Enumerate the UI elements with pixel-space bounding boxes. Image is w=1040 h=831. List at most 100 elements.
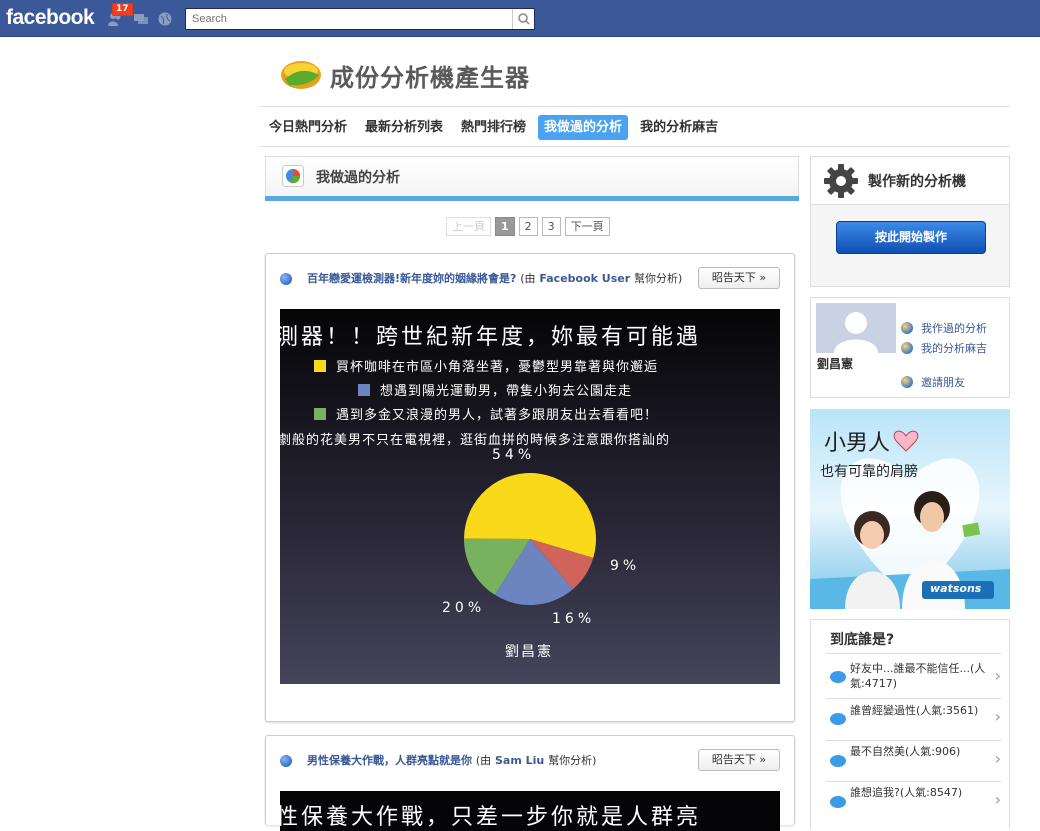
make-new-header: 製作新的分析機 <box>811 157 1009 205</box>
pie-label-9: 9% <box>610 558 641 574</box>
list-item[interactable]: 最不自然美(人氣:906) › <box>826 740 1001 782</box>
bullet-icon <box>280 755 292 767</box>
app-logo-icon <box>281 61 321 89</box>
list-item[interactable]: 誰想追我?(人氣:8547) › <box>826 781 1001 823</box>
make-new-panel: 製作新的分析機 按此開始製作 <box>810 156 1010 287</box>
pie-chart <box>464 473 596 605</box>
result-note: 劇般的花美男不只在電視裡，逛街血拼的時候多注意跟你搭訕的 <box>280 433 671 448</box>
advertisement[interactable]: 小男人 也有可靠的肩膀 watsons <box>810 409 1010 609</box>
ad-brand: watsons <box>930 582 982 595</box>
link-my-buddies[interactable]: 我的分析麻吉 <box>901 340 987 356</box>
section-accent-bar <box>265 196 799 201</box>
pie-label-20: 20% <box>442 600 486 616</box>
legend-label: 遇到多金又浪漫的男人，試著多跟朋友出去看看吧！ <box>336 408 659 423</box>
pie-chart-icon <box>282 165 304 187</box>
who-title: 到底誰是? <box>830 632 895 648</box>
who-is-it-panel: 到底誰是? 好友中...誰最不能信任...(人氣:4717) › 誰曾經變過性(… <box>810 619 1010 829</box>
legend-swatch <box>314 408 326 420</box>
search-button[interactable] <box>512 9 534 29</box>
link-label: 邀請朋友 <box>921 376 965 389</box>
avatar[interactable] <box>816 303 896 353</box>
post-title-link[interactable]: 男性保養大作戰，人群亮點就是你 <box>307 754 472 767</box>
legend-label: 買杯咖啡在市區小角落坐著，憂鬱型男靠著與你邂逅 <box>336 360 659 375</box>
list-item-label: 誰曾經變過性(人氣:3561) <box>850 704 979 717</box>
pagination: 上一頁 1 2 3 下一頁 <box>446 217 610 236</box>
tab-my-analyses[interactable]: 我做過的分析 <box>538 115 629 140</box>
chevron-right-icon: › <box>994 790 1001 809</box>
post-by-prefix: (由 <box>520 272 536 285</box>
list-item-label: 誰想追我?(人氣:8547) <box>850 786 963 799</box>
tab-ranking[interactable]: 熱門排行榜 <box>455 115 532 140</box>
chevron-right-icon: › <box>994 707 1001 726</box>
legend-swatch <box>314 360 326 372</box>
messages-icon[interactable] <box>133 12 149 26</box>
globe-icon <box>901 376 913 388</box>
gear-icon <box>824 164 858 198</box>
app-title: 成份分析機產生器 <box>330 64 530 92</box>
page-3-button[interactable]: 3 <box>541 217 561 236</box>
profile-panel: 劉昌憲 我作過的分析 我的分析麻吉 邀請朋友 <box>810 297 1010 398</box>
search-input[interactable] <box>186 9 511 29</box>
chat-bubble-icon <box>830 796 846 808</box>
section-title: 我做過的分析 <box>316 170 400 186</box>
page-1-button[interactable]: 1 <box>495 217 515 236</box>
post-title: 男性保養大作戰，人群亮點就是你 (由 Sam Liu 幫你分析) <box>307 752 596 768</box>
result-headline: 性保養大作戰，只差一步你就是人群亮 <box>280 805 702 830</box>
legend-item: 買杯咖啡在市區小角落坐著，憂鬱型男靠著與你邂逅 <box>314 356 658 375</box>
list-item[interactable]: 誰曾經變過性(人氣:3561) › <box>826 698 1001 740</box>
chat-bubble-icon <box>830 671 846 683</box>
post-user-link[interactable]: Facebook User <box>539 272 630 285</box>
prev-page-button[interactable]: 上一頁 <box>446 217 491 236</box>
analysis-post: 百年戀愛運檢測器!新年度妳的姻緣將會是? (由 Facebook User 幫你… <box>265 253 795 722</box>
share-label: 昭告天下 <box>711 271 756 284</box>
divider <box>260 106 1010 107</box>
make-new-title: 製作新的分析機 <box>868 174 966 190</box>
legend-item: 想遇到陽光運動男，帶隻小狗去公園走走 <box>358 380 632 399</box>
search-icon <box>518 13 530 25</box>
list-item-label: 最不自然美(人氣:906) <box>850 745 961 758</box>
notifications-globe-icon[interactable] <box>157 12 173 26</box>
ad-subheadline: 也有可靠的肩膀 <box>820 464 918 480</box>
legend-swatch <box>358 384 370 396</box>
post-by-suffix: 幫你分析) <box>548 754 597 767</box>
result-user-name: 劉昌憲 <box>505 644 553 660</box>
notification-badge[interactable]: 17 <box>112 3 133 16</box>
share-label: 昭告天下 <box>711 753 756 766</box>
list-item-label: 好友中...誰最不能信任...(人氣:4717) <box>850 662 986 690</box>
default-avatar-icon <box>816 303 896 353</box>
legend-label: 想遇到陽光運動男，帶隻小狗去公園走走 <box>380 384 633 399</box>
page-2-button[interactable]: 2 <box>518 217 538 236</box>
link-label: 我作過的分析 <box>921 322 987 335</box>
next-page-button[interactable]: 下一頁 <box>564 217 610 236</box>
tab-latest[interactable]: 最新分析列表 <box>359 115 449 140</box>
tab-my-buddies[interactable]: 我的分析麻吉 <box>634 115 724 140</box>
analysis-result-image: 性保養大作戰，只差一步你就是人群亮 <box>280 791 780 831</box>
chevron-right-icon: › <box>994 666 1001 685</box>
chat-bubble-icon <box>830 713 846 725</box>
post-title-link[interactable]: 百年戀愛運檢測器!新年度妳的姻緣將會是? <box>307 272 516 285</box>
profile-name[interactable]: 劉昌憲 <box>817 355 853 372</box>
post-title: 百年戀愛運檢測器!新年度妳的姻緣將會是? (由 Facebook User 幫你… <box>307 270 682 286</box>
ad-headline: 小男人 <box>824 431 891 456</box>
analysis-post: 男性保養大作戰，人群亮點就是你 (由 Sam Liu 幫你分析) 昭告天下 » … <box>265 735 795 831</box>
link-invite-friends[interactable]: 邀請朋友 <box>901 374 965 390</box>
analysis-result-image: 測器！！跨世紀新年度，妳最有可能遇 買杯咖啡在市區小角落坐著，憂鬱型男靠著與你邂… <box>280 309 780 684</box>
post-by-prefix: (由 <box>475 754 492 767</box>
start-making-button[interactable]: 按此開始製作 <box>836 221 986 254</box>
legend-item: 遇到多金又浪漫的男人，試著多跟朋友出去看看吧！ <box>314 404 658 423</box>
section-header: 我做過的分析 <box>265 156 799 201</box>
post-by-suffix: 幫你分析) <box>634 272 683 285</box>
globe-icon <box>901 322 913 334</box>
divider <box>260 146 1010 147</box>
tab-today-hot[interactable]: 今日熱門分析 <box>263 115 353 140</box>
post-user-link[interactable]: Sam Liu <box>495 754 544 767</box>
link-my-analyses[interactable]: 我作過的分析 <box>901 320 987 336</box>
list-item[interactable]: 好友中...誰最不能信任...(人氣:4717) › <box>826 653 1001 698</box>
share-button[interactable]: 昭告天下 » <box>698 267 780 289</box>
search-box <box>185 8 535 30</box>
bullet-icon <box>280 273 292 285</box>
pie-label-16: 16% <box>552 611 596 627</box>
share-button[interactable]: 昭告天下 » <box>698 749 780 771</box>
facebook-logo[interactable]: facebook <box>6 6 95 30</box>
globe-icon <box>901 342 913 354</box>
